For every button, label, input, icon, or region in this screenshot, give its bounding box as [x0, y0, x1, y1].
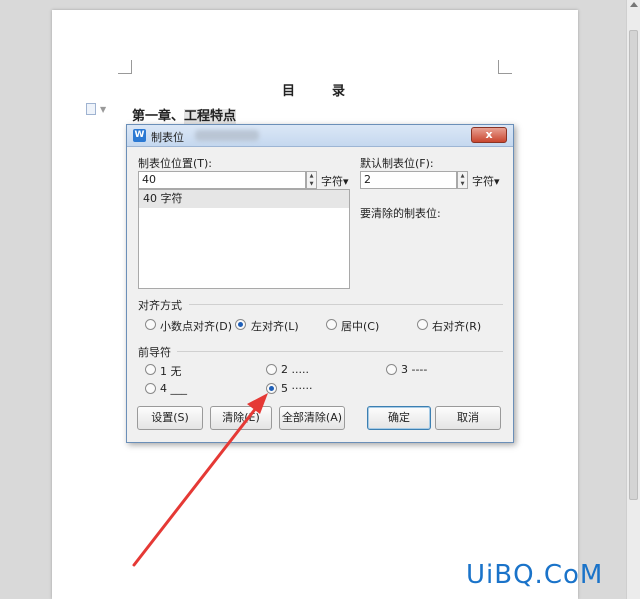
arrow-head	[247, 393, 268, 414]
annotation-arrow	[132, 393, 268, 567]
arrow-shaft	[132, 406, 258, 567]
watermark: UiBQ.CoM	[466, 560, 604, 590]
